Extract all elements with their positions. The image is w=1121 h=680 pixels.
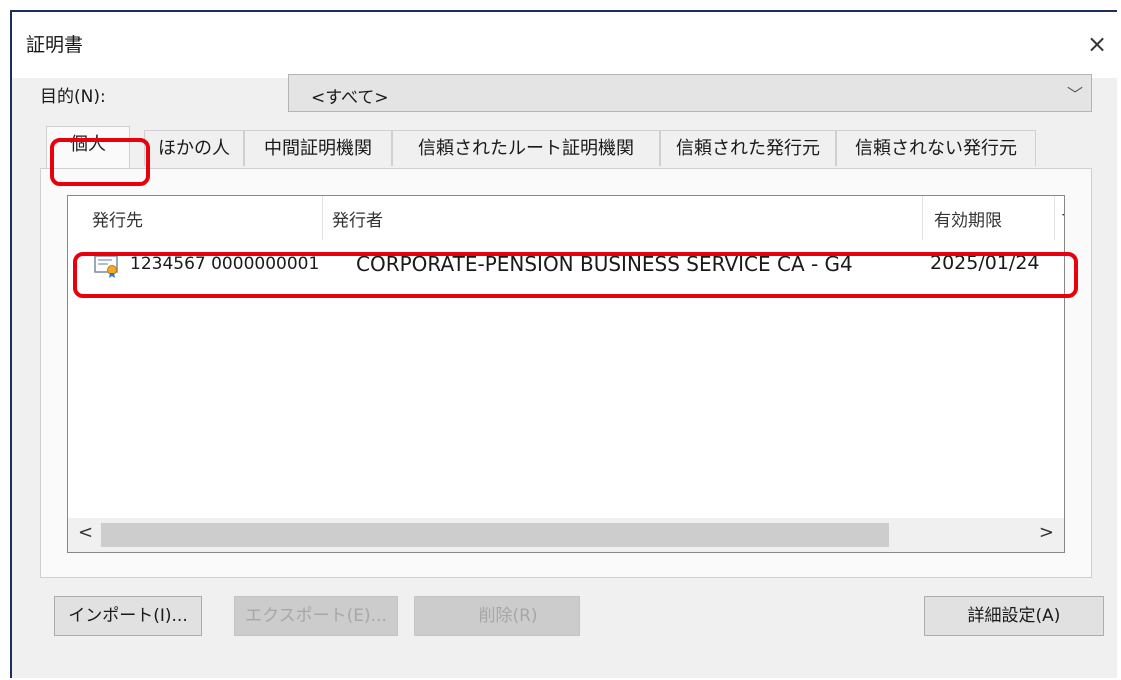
purpose-dropdown[interactable]: <すべて> ﹀: [288, 74, 1092, 112]
column-header-issued-to[interactable]: 発行先: [92, 206, 143, 231]
horizontal-scrollbar[interactable]: < >: [68, 518, 1064, 552]
column-divider[interactable]: [922, 196, 923, 240]
title-bar: 証明書 ×: [12, 12, 1117, 78]
chevron-down-icon: ﹀: [1066, 85, 1083, 104]
column-header-friendly-name[interactable]: フ: [1060, 206, 1064, 231]
tab-label: ほかの人: [158, 138, 230, 159]
tab-trusted-root-ca[interactable]: 信頼されたルート証明機関: [392, 130, 660, 166]
row-highlight-frame: [73, 252, 1078, 298]
tab-label: 信頼された発行元: [676, 138, 820, 159]
certificate-list[interactable]: 発行先 発行者 有効期限 フ 1234567 0000000001 CORPOR…: [67, 195, 1065, 553]
column-divider[interactable]: [1054, 196, 1055, 240]
dialog-title: 証明書: [26, 34, 84, 56]
close-icon[interactable]: ×: [1081, 28, 1113, 60]
tab-label: 信頼されない発行元: [855, 138, 1017, 159]
scrollbar-thumb[interactable]: [101, 523, 889, 547]
tab-highlight-frame: [50, 138, 150, 186]
export-button[interactable]: エクスポート(E)...: [234, 596, 398, 636]
column-header-issued-by[interactable]: 発行者: [332, 206, 383, 231]
purpose-value: <すべて>: [311, 88, 389, 108]
scroll-left-icon[interactable]: <: [78, 522, 93, 543]
tab-other-people[interactable]: ほかの人: [144, 130, 244, 166]
column-header-expiration[interactable]: 有効期限: [934, 206, 1002, 231]
tab-intermediate-ca[interactable]: 中間証明機関: [244, 130, 392, 166]
scroll-right-icon[interactable]: >: [1039, 522, 1054, 543]
column-divider[interactable]: [322, 196, 323, 240]
tab-untrusted-publishers[interactable]: 信頼されない発行元: [836, 130, 1036, 166]
tab-label: 信頼されたルート証明機関: [418, 138, 634, 159]
delete-button[interactable]: 削除(R): [414, 596, 580, 636]
advanced-button[interactable]: 詳細設定(A): [924, 596, 1104, 636]
tab-trusted-publishers[interactable]: 信頼された発行元: [660, 130, 836, 166]
tab-label: 中間証明機関: [264, 138, 372, 159]
purpose-label: 目的(N):: [40, 87, 106, 107]
import-button[interactable]: インポート(I)...: [54, 596, 202, 636]
